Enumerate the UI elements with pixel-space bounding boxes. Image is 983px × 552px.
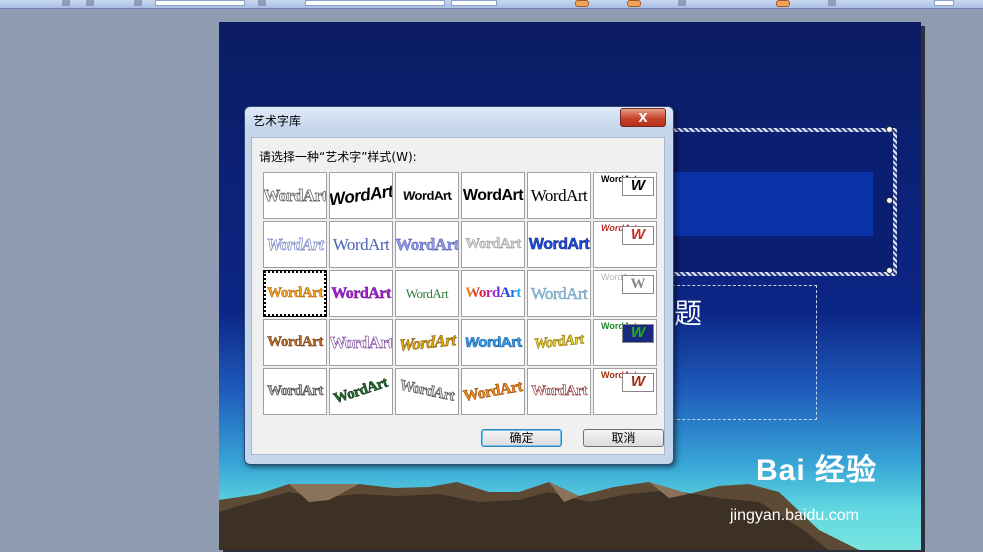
toolbar-icon[interactable] bbox=[134, 0, 142, 6]
toolbar-icon[interactable] bbox=[86, 0, 94, 6]
toolbar-icon[interactable] bbox=[678, 0, 686, 6]
wordart-style-cell[interactable]: WordArt bbox=[329, 368, 393, 415]
ok-button[interactable]: 确定 bbox=[481, 429, 562, 447]
toolbar-icon[interactable] bbox=[258, 0, 266, 6]
wordart-style-cell[interactable]: WordArt bbox=[395, 172, 459, 219]
toolbar-button[interactable] bbox=[776, 0, 790, 7]
font-box[interactable] bbox=[305, 0, 445, 6]
wordart-style-cell[interactable]: WordArt bbox=[395, 319, 459, 366]
wordart-style-cell[interactable]: WordArt bbox=[263, 221, 327, 268]
wordart-style-cell[interactable]: WordArt bbox=[395, 270, 459, 317]
wordart-style-cell[interactable]: WordArt bbox=[527, 221, 591, 268]
cancel-button[interactable]: 取消 bbox=[583, 429, 664, 447]
dialog-titlebar[interactable]: 艺术字库 X bbox=[245, 107, 673, 131]
toolbar-icon[interactable] bbox=[62, 0, 70, 6]
wordart-style-cell[interactable]: WordArt bbox=[263, 270, 327, 317]
watermark-url: jingyan.baidu.com bbox=[730, 507, 859, 524]
wordart-style-cell[interactable]: WordArt bbox=[263, 368, 327, 415]
wordart-style-cell[interactable]: WordArt bbox=[461, 172, 525, 219]
wordart-style-cell[interactable]: WordArt W bbox=[593, 172, 657, 219]
wordart-style-cell[interactable]: WordArt W bbox=[593, 221, 657, 268]
wordart-style-cell[interactable]: WordArt bbox=[461, 270, 525, 317]
wordart-style-cell[interactable]: WordArt bbox=[395, 368, 459, 415]
wordart-style-cell[interactable]: WordArt bbox=[527, 368, 591, 415]
font-name-box[interactable] bbox=[155, 0, 245, 6]
wordart-style-cell[interactable]: WordArt W bbox=[593, 319, 657, 366]
wordart-style-cell[interactable]: WordArt bbox=[527, 172, 591, 219]
baidu-watermark: Bai 经验 jingyan.baidu.com bbox=[730, 445, 878, 524]
font-size-box[interactable] bbox=[451, 0, 497, 6]
wordart-style-cell[interactable]: WordArt bbox=[329, 270, 393, 317]
toolbar-field[interactable] bbox=[934, 0, 954, 6]
wordart-style-cell[interactable]: WordArt bbox=[461, 368, 525, 415]
wordart-style-cell[interactable]: WordArt bbox=[263, 319, 327, 366]
toolbar-button[interactable] bbox=[627, 0, 641, 7]
gallery-prompt: 请选择一种“艺术字”样式(W): bbox=[259, 150, 417, 164]
wordart-style-cell[interactable]: WordArt bbox=[329, 319, 393, 366]
wordart-style-cell[interactable]: WordArt bbox=[329, 221, 393, 268]
wordart-grid: WordArt WordArt WordArt WordArt WordArt … bbox=[263, 172, 657, 415]
wordart-style-cell[interactable]: WordArt bbox=[461, 319, 525, 366]
wordart-style-cell[interactable]: WordArt W bbox=[593, 368, 657, 415]
watermark-brand: Bai 经验 bbox=[756, 454, 878, 487]
toolbar-icon[interactable] bbox=[828, 0, 836, 6]
dialog-body: 请选择一种“艺术字”样式(W): WordArt WordArt WordArt… bbox=[251, 137, 665, 455]
close-icon: X bbox=[638, 111, 648, 125]
wordart-style-cell[interactable]: WordArt bbox=[461, 221, 525, 268]
close-button[interactable]: X bbox=[620, 108, 666, 127]
wordart-style-cell[interactable]: WordArt bbox=[527, 319, 591, 366]
toolbar bbox=[0, 0, 983, 9]
toolbar-button[interactable] bbox=[575, 0, 589, 7]
dialog-title: 艺术字库 bbox=[253, 114, 302, 128]
wordart-style-cell[interactable]: WordArt bbox=[527, 270, 591, 317]
wordart-style-cell[interactable]: WordArt bbox=[329, 172, 393, 219]
wordart-style-cell[interactable]: WordArt bbox=[263, 172, 327, 219]
wordart-style-cell[interactable]: WordArt W bbox=[593, 270, 657, 317]
wordart-gallery-dialog: 艺术字库 X 请选择一种“艺术字”样式(W): WordArt WordArt … bbox=[244, 106, 674, 465]
wordart-style-cell[interactable]: WordArt bbox=[395, 221, 459, 268]
